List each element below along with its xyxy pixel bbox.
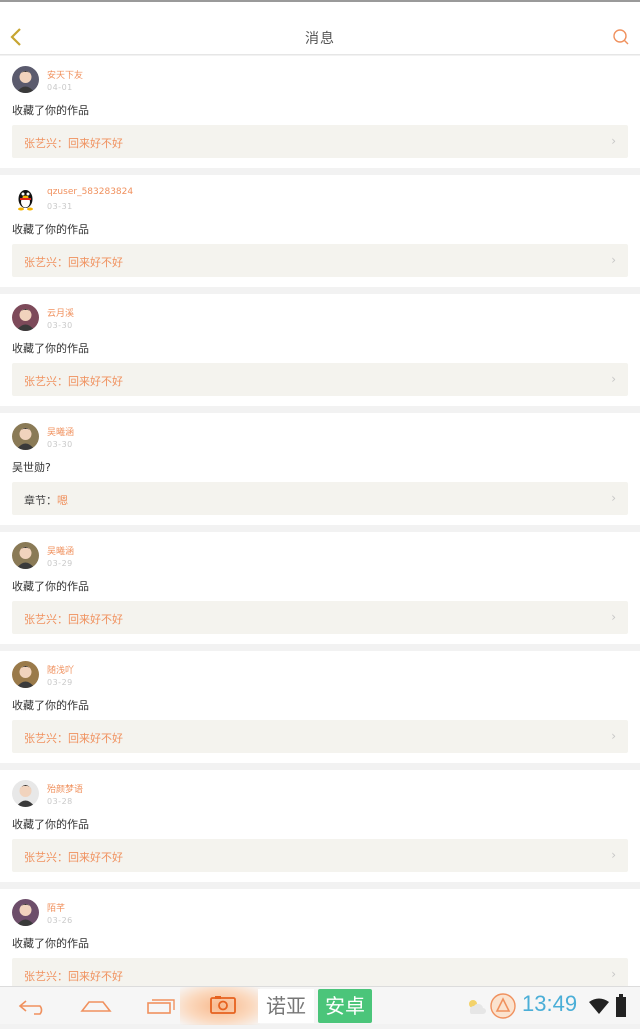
work-name: 张艺兴：回来好不好: [24, 375, 123, 388]
work-name: 张艺兴：回来好不好: [24, 732, 123, 745]
clock: 13:49: [522, 991, 578, 1016]
system-nav-bar: 诺亚 安卓 13:49: [0, 986, 640, 1025]
nav-tag-noah[interactable]: 诺亚: [258, 989, 314, 1023]
chevron-right-icon: ›: [611, 253, 616, 267]
chevron-right-icon: ›: [611, 729, 616, 743]
message-item[interactable]: 吴曦涵 03-29 收藏了你的作品 张艺兴：回来好不好 ›: [0, 532, 640, 644]
message-text: 收藏了你的作品: [12, 580, 89, 593]
username[interactable]: 云月溪: [47, 306, 74, 319]
username[interactable]: 吴曦涵: [47, 544, 74, 557]
battery-icon: [616, 994, 626, 1017]
nav-tag-android[interactable]: 安卓: [318, 989, 372, 1023]
message-item[interactable]: 吴曦涵 03-30 吴世勋? 章节：嗯 ›: [0, 413, 640, 525]
message-item[interactable]: 随浅吖 03-29 收藏了你的作品 张艺兴：回来好不好 ›: [0, 651, 640, 763]
work-link[interactable]: 张艺兴：回来好不好 ›: [12, 363, 628, 396]
message-item[interactable]: 云月溪 03-30 收藏了你的作品 张艺兴：回来好不好 ›: [0, 294, 640, 406]
work-title: 张艺兴：回来好不好: [24, 968, 123, 984]
work-link[interactable]: 张艺兴：回来好不好 ›: [12, 720, 628, 753]
avatar[interactable]: [12, 423, 39, 450]
message-item[interactable]: 陌芊 03-26 收藏了你的作品 张艺兴：回来好不好 ›: [0, 889, 640, 986]
back-nav-button[interactable]: [16, 995, 50, 1017]
message-text: 收藏了你的作品: [12, 937, 89, 950]
top-bar: 消息: [0, 0, 640, 55]
work-title: 张艺兴：回来好不好: [24, 254, 123, 270]
qq-penguin-avatar[interactable]: [12, 185, 39, 212]
username[interactable]: 随浅吖: [47, 663, 74, 676]
work-link[interactable]: 张艺兴：回来好不好 ›: [12, 244, 628, 277]
message-text: 收藏了你的作品: [12, 699, 89, 712]
work-link[interactable]: 张艺兴：回来好不好 ›: [12, 125, 628, 158]
message-item[interactable]: qzuser_583283824 03-31 收藏了你的作品 张艺兴：回来好不好…: [0, 175, 640, 287]
username[interactable]: 陌芊: [47, 901, 65, 914]
work-name: 嗯: [57, 494, 68, 507]
message-item[interactable]: 殆颜梦语 03-28 收藏了你的作品 张艺兴：回来好不好 ›: [0, 770, 640, 882]
screenshot-button[interactable]: [180, 987, 260, 1025]
weather-icon: [469, 1000, 486, 1014]
work-title: 张艺兴：回来好不好: [24, 135, 123, 151]
work-title: 张艺兴：回来好不好: [24, 373, 123, 389]
home-icon: [80, 1001, 112, 1012]
message-date: 03-30: [47, 440, 73, 449]
search-icon: [613, 29, 629, 45]
work-title: 张艺兴：回来好不好: [24, 730, 123, 746]
avatar[interactable]: [12, 661, 39, 688]
message-text: 收藏了你的作品: [12, 342, 89, 355]
message-date: 03-29: [47, 559, 73, 568]
undo-arrow-icon: [18, 1000, 43, 1015]
work-name: 张艺兴：回来好不好: [24, 256, 123, 269]
message-date: 04-01: [47, 83, 73, 92]
work-link[interactable]: 章节：嗯 ›: [12, 482, 628, 515]
wifi-icon: [589, 998, 609, 1014]
message-text: 收藏了你的作品: [12, 223, 89, 236]
message-list[interactable]: 安天下友 04-01 收藏了你的作品 张艺兴：回来好不好 › qzuser_58…: [0, 56, 640, 986]
username[interactable]: qzuser_583283824: [47, 187, 133, 197]
avatar[interactable]: [12, 542, 39, 569]
message-text: 吴世勋?: [12, 461, 51, 474]
work-name: 张艺兴：回来好不好: [24, 970, 123, 983]
page-title: 消息: [305, 31, 335, 47]
username[interactable]: 吴曦涵: [47, 425, 74, 438]
message-date: 03-28: [47, 797, 73, 806]
qq-penguin-icon: [18, 190, 33, 211]
avatar[interactable]: [12, 780, 39, 807]
work-title: 张艺兴：回来好不好: [24, 849, 123, 865]
avatar[interactable]: [12, 66, 39, 93]
work-name: 张艺兴：回来好不好: [24, 613, 123, 626]
message-date: 03-31: [47, 202, 73, 211]
work-title: 张艺兴：回来好不好: [24, 611, 123, 627]
work-link[interactable]: 张艺兴：回来好不好 ›: [12, 958, 628, 986]
recent-apps-icon: [147, 999, 175, 1014]
chevron-right-icon: ›: [611, 848, 616, 862]
work-title: 章节：嗯: [24, 492, 68, 508]
search-button[interactable]: [612, 28, 630, 46]
message-date: 03-29: [47, 678, 73, 687]
chevron-right-icon: ›: [611, 372, 616, 386]
username[interactable]: 安天下友: [47, 68, 83, 81]
app-notification-icon: [490, 993, 516, 1019]
home-nav-button[interactable]: [79, 995, 113, 1017]
message-date: 03-30: [47, 321, 73, 330]
work-name: 张艺兴：回来好不好: [24, 137, 123, 150]
work-link[interactable]: 张艺兴：回来好不好 ›: [12, 601, 628, 634]
message-item[interactable]: 安天下友 04-01 收藏了你的作品 张艺兴：回来好不好 ›: [0, 56, 640, 168]
chevron-right-icon: ›: [611, 491, 616, 505]
avatar[interactable]: [12, 304, 39, 331]
username[interactable]: 殆颜梦语: [47, 782, 83, 795]
message-date: 03-26: [47, 916, 73, 925]
chevron-right-icon: ›: [611, 134, 616, 148]
recent-apps-button[interactable]: [144, 995, 178, 1017]
camera-icon: [210, 996, 236, 1014]
message-text: 收藏了你的作品: [12, 818, 89, 831]
work-link[interactable]: 张艺兴：回来好不好 ›: [12, 839, 628, 872]
work-name: 张艺兴：回来好不好: [24, 851, 123, 864]
work-prefix: 章节：: [24, 494, 57, 507]
chevron-right-icon: ›: [611, 967, 616, 981]
avatar[interactable]: [12, 899, 39, 926]
message-text: 收藏了你的作品: [12, 104, 89, 117]
chevron-right-icon: ›: [611, 610, 616, 624]
